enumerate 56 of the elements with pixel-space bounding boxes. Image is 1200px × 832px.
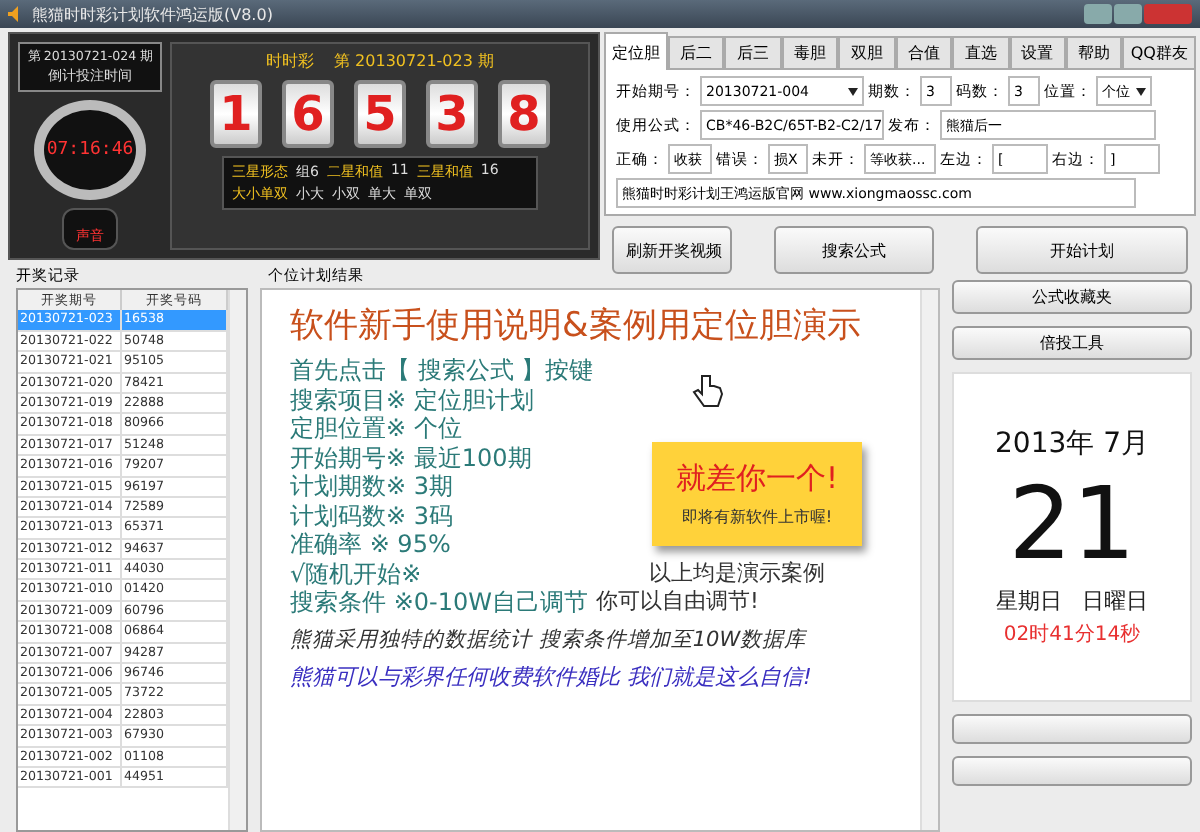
calendar-time: 02时41分14秒 — [1003, 621, 1141, 648]
draw-digit: 5 — [354, 80, 406, 148]
slogan-text: 熊猫可以与彩界任何收费软件婚比 我们就是这么自信! — [290, 661, 812, 691]
window-title: 熊猫时时彩计划软件鸿运版(V8.0) — [32, 3, 273, 25]
countdown-time: 07:16:46 — [46, 140, 134, 160]
tool-button[interactable]: 公式收藏夹 — [952, 280, 1192, 314]
guide-step: 定胆位置※ 个位 — [290, 414, 462, 443]
note-subtitle: 即将有新软件上市喔! — [681, 506, 833, 528]
draw-digit: 3 — [426, 80, 478, 148]
calendar-month: 2013年 7月 — [995, 426, 1149, 462]
tool-button[interactable] — [952, 756, 1192, 786]
tab[interactable]: 后三 — [724, 36, 782, 70]
guide-heading: 软件新手使用说明&案例用定位胆演示 — [290, 304, 861, 348]
tab[interactable]: 双胆 — [838, 36, 896, 70]
tab[interactable]: 帮助 — [1065, 36, 1123, 70]
guide-step: 准确率 ※ 95% — [290, 530, 451, 559]
speaker-icon — [8, 6, 24, 22]
tool-button[interactable]: 倍投工具 — [952, 326, 1192, 360]
tab[interactable]: 设置 — [1009, 36, 1066, 70]
guide-step: 计划期数※ 3期 — [290, 472, 454, 501]
tab[interactable]: 定位胆 — [604, 32, 668, 70]
guide-step: 首先点击【 搜索公式 】按键 — [290, 356, 594, 385]
scrollbar[interactable] — [920, 290, 938, 830]
scrollbar[interactable] — [228, 290, 246, 830]
guide-step: √随机开始※ — [290, 559, 422, 588]
calendar-weekday: 日曜日 — [1082, 586, 1148, 616]
tab[interactable]: 毒胆 — [781, 36, 839, 70]
feature-text: 熊猫采用独特的数据统计 搜索条件增加至10W数据库 — [290, 625, 807, 653]
tab[interactable]: 后二 — [668, 36, 725, 70]
calendar-weekday: 星期日 — [996, 586, 1062, 616]
draw-digit: 1 — [210, 80, 262, 148]
caret-icon — [1136, 87, 1146, 95]
action-button[interactable]: 搜索公式 — [774, 226, 934, 274]
action-button[interactable]: 刷新开奖视频 — [612, 226, 732, 274]
maximize-button[interactable] — [1114, 4, 1142, 24]
game-name: 时时彩 — [266, 50, 315, 72]
guide-step: 开始期号※ 最近100期 — [290, 443, 532, 472]
guide-step: 计划码数※ 3码 — [290, 501, 454, 530]
note-title: 就差你一个! — [675, 460, 838, 498]
calendar-day: 21 — [1008, 466, 1136, 582]
guide-step: 搜索项目※ 定位胆计划 — [290, 385, 534, 414]
draw-digit: 6 — [282, 80, 334, 148]
action-button[interactable]: 开始计划 — [976, 226, 1188, 274]
demo-note: 以上均是演示案例 — [649, 559, 826, 588]
caret-icon — [848, 87, 858, 95]
guide-step: 搜索条件 ※0-10W自己调节 — [290, 588, 588, 617]
tab[interactable]: 合值 — [895, 36, 953, 70]
tab[interactable]: 直选 — [952, 36, 1010, 70]
draw-digit: 8 — [498, 80, 550, 148]
tool-button[interactable] — [952, 714, 1192, 744]
close-button[interactable] — [1144, 4, 1192, 24]
tab[interactable]: QQ群友 — [1122, 36, 1196, 70]
minimize-button[interactable] — [1084, 4, 1112, 24]
draw-issue: 第 20130721-023 期 — [334, 50, 494, 72]
pointing-hand-icon — [692, 374, 724, 410]
free-note: 你可以自由调节! — [595, 588, 759, 617]
